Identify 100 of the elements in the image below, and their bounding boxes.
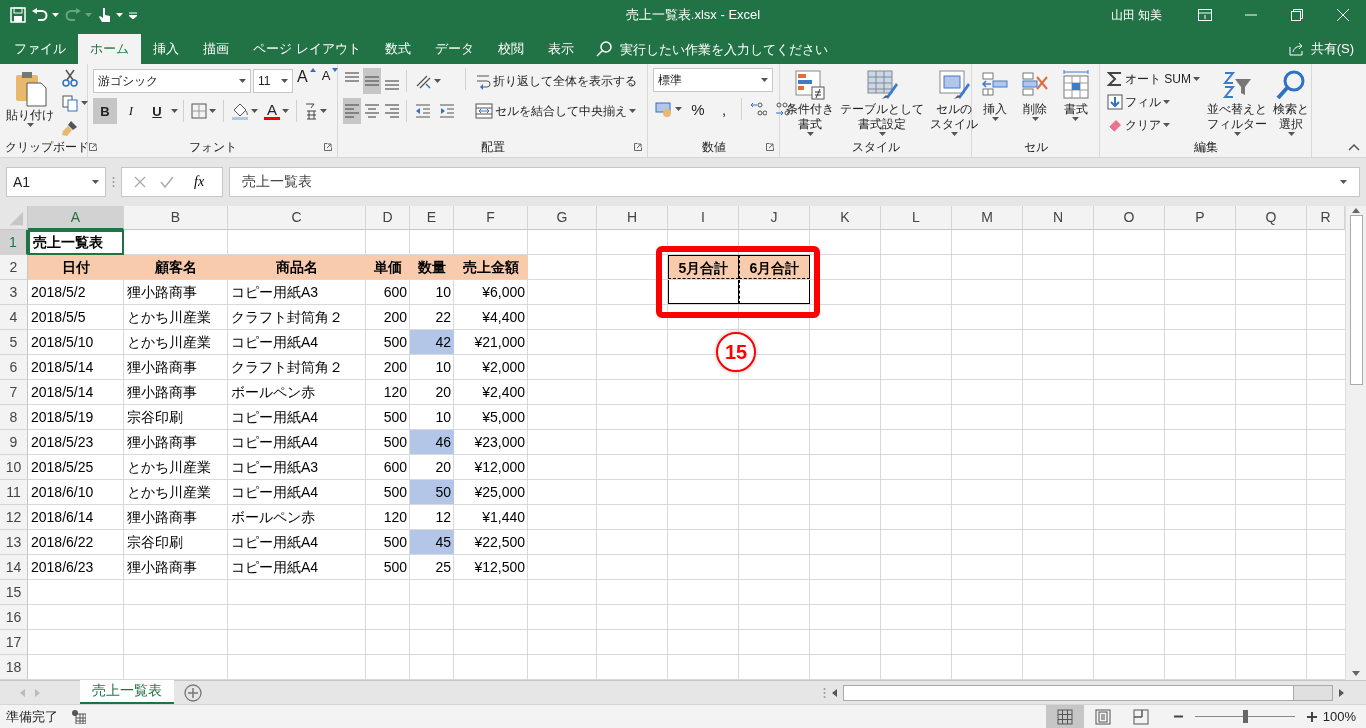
row-header[interactable]: 5 bbox=[0, 330, 28, 355]
row-header[interactable]: 2 bbox=[0, 255, 28, 280]
column-header[interactable]: C bbox=[228, 206, 366, 230]
number-format-dropdown[interactable]: 標準 bbox=[653, 68, 773, 92]
percent-button[interactable]: % bbox=[686, 96, 710, 122]
column-header[interactable]: D bbox=[366, 206, 410, 230]
search-field[interactable]: 実行したい作業を入力してください bbox=[617, 40, 878, 58]
enter-icon[interactable] bbox=[160, 176, 174, 188]
slider-thumb[interactable] bbox=[1242, 710, 1248, 723]
merge-center-button[interactable]: セルを結合して中央揃え bbox=[473, 98, 639, 124]
add-sheet-icon[interactable] bbox=[184, 683, 202, 702]
conditional-format-button[interactable]: 条件付き 書式 bbox=[785, 68, 835, 138]
cancel-icon[interactable] bbox=[134, 176, 146, 188]
row-header[interactable]: 12 bbox=[0, 505, 28, 530]
row-header[interactable]: 13 bbox=[0, 530, 28, 555]
scroll-right-icon[interactable] bbox=[1339, 688, 1344, 697]
column-header[interactable]: Q bbox=[1236, 206, 1307, 230]
row-header[interactable]: 17 bbox=[0, 630, 28, 655]
underline-button[interactable]: U bbox=[145, 98, 169, 124]
ribbon-tab[interactable]: 校閲 bbox=[485, 34, 536, 64]
font-color-button[interactable]: A bbox=[262, 98, 291, 124]
scroll-left-icon[interactable] bbox=[832, 688, 837, 697]
column-header[interactable]: J bbox=[739, 206, 810, 230]
ribbon-tab[interactable]: ホーム bbox=[78, 34, 141, 64]
scroll-thumb[interactable] bbox=[1349, 215, 1363, 385]
row-header[interactable]: 11 bbox=[0, 480, 28, 505]
italic-button[interactable]: I bbox=[119, 98, 143, 124]
dialog-launcher-icon[interactable] bbox=[89, 143, 97, 151]
row-header[interactable]: 14 bbox=[0, 555, 28, 580]
customize-icon[interactable] bbox=[129, 11, 137, 19]
comma-button[interactable]: , bbox=[712, 96, 736, 122]
table-cell: 単価 bbox=[366, 255, 410, 279]
column-header[interactable]: I bbox=[668, 206, 739, 230]
name-box[interactable]: A1 bbox=[6, 167, 106, 197]
sort-filter-button[interactable]: 並べ替えと フィルター bbox=[1206, 68, 1268, 138]
cell-style-button[interactable]: セルの スタイル bbox=[929, 68, 979, 138]
share-button[interactable]: 共有(S) bbox=[1276, 34, 1366, 64]
dialog-launcher-icon[interactable] bbox=[766, 143, 774, 151]
search-button[interactable]: 検索と 選択 bbox=[1272, 68, 1310, 138]
column-header[interactable]: E bbox=[410, 206, 454, 230]
formula-field[interactable]: 売上一覧表 bbox=[229, 167, 1360, 197]
ribbon-tab[interactable]: 挿入 bbox=[141, 34, 191, 64]
delete-button[interactable]: 削除 bbox=[1018, 68, 1053, 138]
column-header[interactable]: P bbox=[1165, 206, 1236, 230]
row-header[interactable]: 4 bbox=[0, 305, 28, 330]
insert-function-button[interactable]: fx bbox=[188, 173, 211, 191]
column-header[interactable]: B bbox=[124, 206, 228, 230]
dialog-launcher-icon[interactable] bbox=[324, 143, 332, 151]
copy-button[interactable] bbox=[59, 92, 90, 114]
dialog-launcher-icon[interactable] bbox=[634, 143, 642, 151]
row-header[interactable]: 10 bbox=[0, 455, 28, 480]
autosum-button[interactable]: オート SUM bbox=[1105, 68, 1202, 90]
row-header[interactable]: 1 bbox=[0, 230, 28, 255]
column-header[interactable]: M bbox=[952, 206, 1023, 230]
shrink-font-button[interactable]: A bbox=[319, 68, 341, 94]
ribbon-tab[interactable]: ファイル bbox=[2, 34, 78, 64]
insert-button[interactable]: 挿入 bbox=[978, 68, 1013, 138]
zoom-in-icon[interactable] bbox=[1306, 711, 1317, 722]
scroll-down-icon[interactable] bbox=[1352, 671, 1360, 676]
ribbon-tab[interactable]: 表示 bbox=[535, 34, 586, 64]
row-header[interactable]: 6 bbox=[0, 355, 28, 380]
column-header[interactable]: O bbox=[1094, 206, 1165, 230]
grow-font-button[interactable]: A bbox=[295, 68, 318, 94]
scroll-thumb[interactable] bbox=[844, 685, 1294, 700]
bold-button[interactable]: B bbox=[93, 98, 117, 124]
clear-button[interactable]: クリア bbox=[1105, 114, 1202, 136]
column-header[interactable]: K bbox=[810, 206, 881, 230]
macro-record-icon[interactable] bbox=[72, 709, 86, 724]
paste-button[interactable]: 貼り付け bbox=[5, 68, 55, 138]
column-header[interactable]: R bbox=[1307, 206, 1345, 230]
row-header[interactable]: 7 bbox=[0, 380, 28, 405]
scroll-up-icon[interactable] bbox=[1352, 208, 1360, 213]
font-name-dropdown[interactable]: 游ゴシック bbox=[93, 69, 251, 93]
normal-view-button[interactable] bbox=[1045, 705, 1084, 728]
zoom-out-icon[interactable] bbox=[1173, 715, 1183, 718]
column-header[interactable]: H bbox=[597, 206, 668, 230]
table-format-button[interactable]: テーブルとして 書式設定 bbox=[839, 68, 925, 138]
row-header[interactable]: 9 bbox=[0, 430, 28, 455]
row-header[interactable]: 18 bbox=[0, 655, 28, 680]
horizontal-scrollbar[interactable] bbox=[843, 684, 1333, 701]
format-button[interactable]: 書式 bbox=[1058, 68, 1093, 138]
column-header[interactable]: N bbox=[1023, 206, 1094, 230]
row-header[interactable]: 15 bbox=[0, 580, 28, 605]
ribbon-tab[interactable]: 数式 bbox=[372, 34, 423, 64]
font-size-dropdown[interactable]: 11 bbox=[253, 69, 293, 93]
ribbon-tab[interactable]: データ bbox=[422, 34, 486, 64]
column-header[interactable]: F bbox=[454, 206, 528, 230]
column-header[interactable]: G bbox=[528, 206, 597, 230]
row-header[interactable]: 16 bbox=[0, 605, 28, 630]
wrap-text-button[interactable]: 折り返して全体を表示する bbox=[473, 68, 639, 94]
row-header[interactable]: 8 bbox=[0, 405, 28, 430]
ribbon-tab[interactable]: ページ レイアウト bbox=[241, 34, 373, 64]
column-header[interactable]: L bbox=[881, 206, 952, 230]
vertical-scrollbar[interactable] bbox=[1345, 206, 1366, 680]
sheet-tab[interactable]: 売上一覧表 bbox=[80, 680, 174, 704]
collapse-ribbon-icon[interactable] bbox=[1348, 144, 1360, 151]
column-header[interactable]: A bbox=[28, 206, 124, 230]
fill-button[interactable]: フィル bbox=[1105, 91, 1202, 113]
row-header[interactable]: 3 bbox=[0, 280, 28, 305]
ribbon-tab[interactable]: 描画 bbox=[191, 34, 241, 64]
